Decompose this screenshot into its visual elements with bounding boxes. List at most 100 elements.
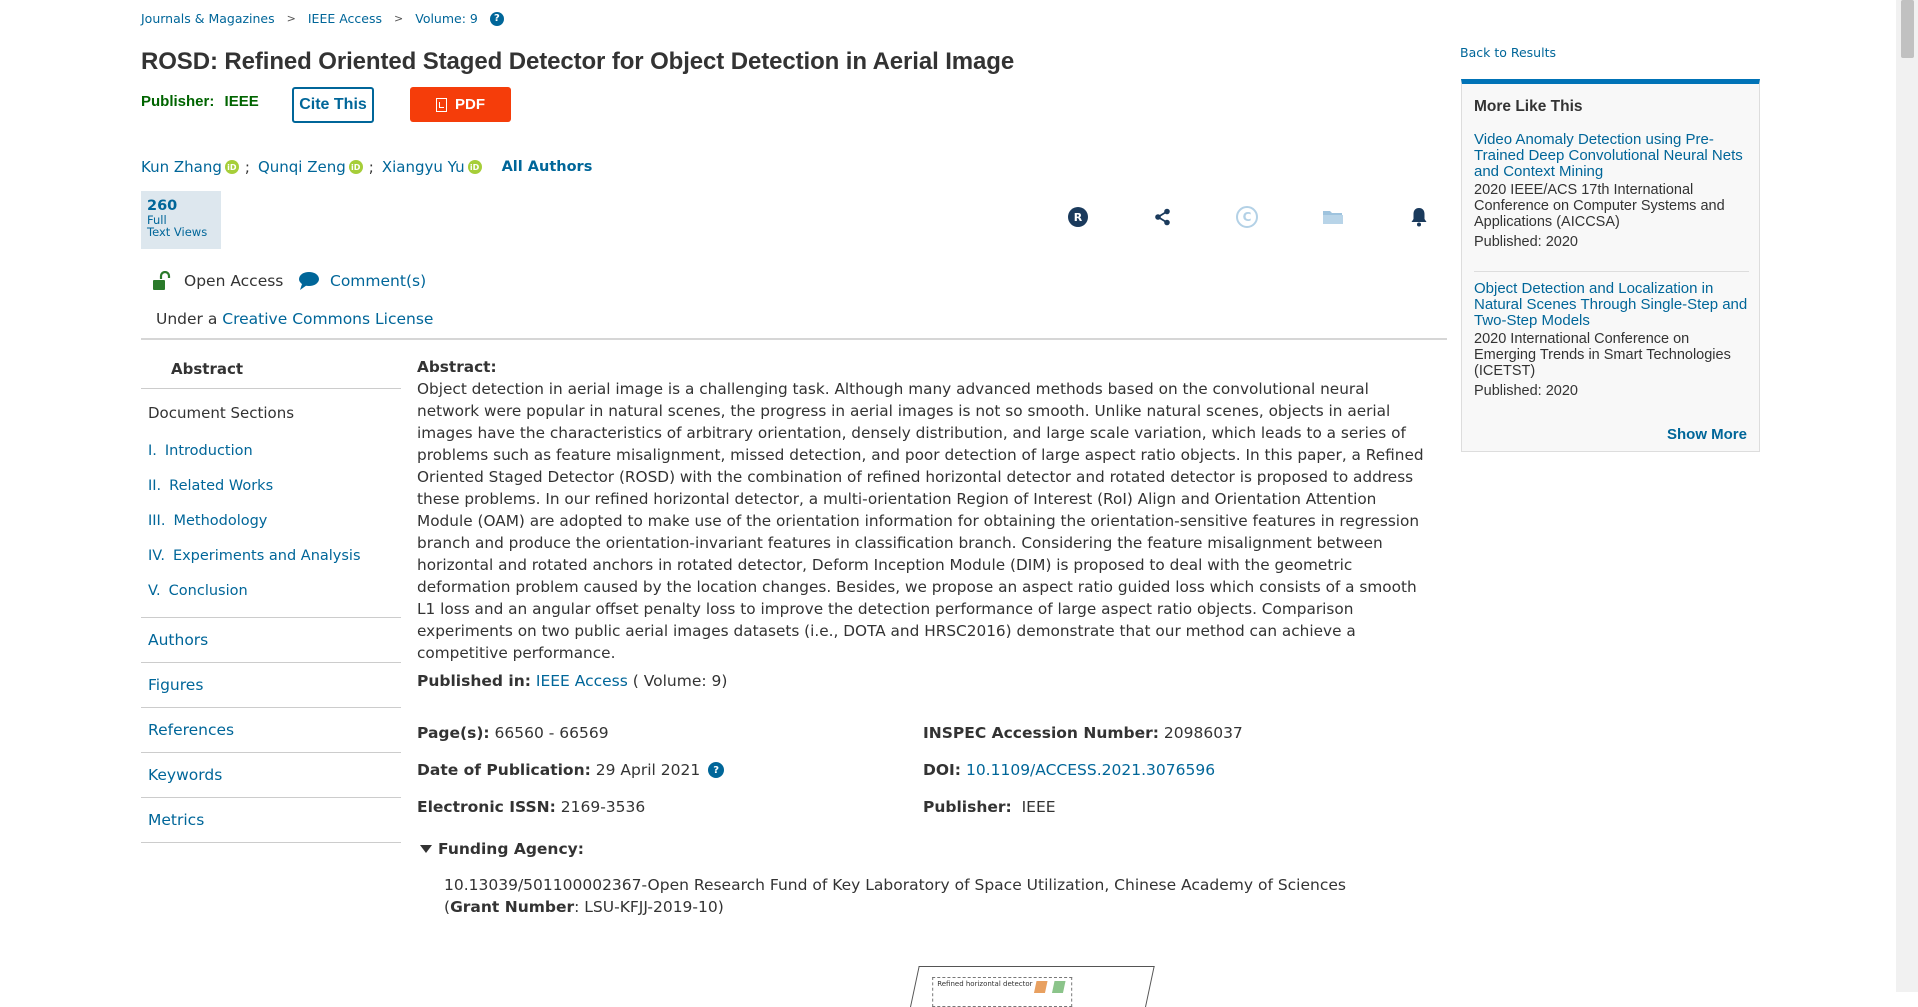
figure-thumbnail[interactable]: Refined horizontal detector <box>910 966 1155 1007</box>
breadcrumb-ieee-access[interactable]: IEEE Access <box>308 11 382 26</box>
section-label: Related Works <box>169 478 274 494</box>
author-link[interactable]: Xiangyu Yu <box>382 158 465 176</box>
open-access-label: Open Access <box>184 272 284 290</box>
publisher-name: IEEE <box>224 93 259 110</box>
pdf-file-icon <box>436 97 447 112</box>
rights-icon[interactable]: R <box>1068 207 1088 227</box>
doi-link[interactable]: 10.1109/ACCESS.2021.3076596 <box>966 761 1215 779</box>
orcid-icon[interactable]: iD <box>224 160 239 174</box>
breadcrumb-separator: > <box>394 12 404 25</box>
pages-value: 66560 - 66569 <box>494 724 609 742</box>
document-sections-label: Document Sections <box>148 404 295 422</box>
all-authors-link[interactable]: All Authors <box>502 159 593 175</box>
license-line: Under a Creative Commons License <box>156 310 433 328</box>
nav-section-methodology[interactable]: III. Methodology <box>141 504 401 539</box>
nav-section-experiments[interactable]: IV. Experiments and Analysis <box>141 539 401 574</box>
comments-label: Comment(s) <box>330 272 427 290</box>
pdf-button-label: PDF <box>455 96 485 113</box>
document-nav: Abstract Document Sections I. Introductio… <box>141 355 401 843</box>
nav-section-introduction[interactable]: I. Introduction <box>141 434 401 469</box>
related-article: Video Anomaly Detection using Pre-Traine… <box>1474 132 1749 251</box>
section-label: Conclusion <box>168 583 248 599</box>
breadcrumb-journals[interactable]: Journals & Magazines <box>141 11 275 26</box>
divider <box>1474 271 1749 272</box>
related-article-published: Published: 2020 <box>1474 383 1578 399</box>
copyright-icon[interactable]: C <box>1236 206 1258 228</box>
issn-value: 2169-3536 <box>560 798 646 816</box>
full-text-views-badge: 260 Full Text Views <box>141 191 221 249</box>
author-link[interactable]: Qunqi Zeng <box>258 158 346 176</box>
journal-link[interactable]: IEEE Access <box>536 672 628 690</box>
funding-label: Funding Agency: <box>438 840 584 858</box>
publisher-meta-label: Publisher: <box>923 798 1012 816</box>
related-article-published: Published: 2020 <box>1474 234 1578 250</box>
issn-field: Electronic ISSN: 2169-3536 <box>417 798 645 816</box>
page-title: ROSD: Refined Oriented Staged Detector f… <box>141 48 1015 75</box>
open-access-indicator: Open Access <box>152 271 283 291</box>
show-more-link[interactable]: Show More <box>1667 426 1747 443</box>
author-link[interactable]: Kun Zhang <box>141 158 222 176</box>
breadcrumb: Journals & Magazines > IEEE Access > Vol… <box>141 11 504 26</box>
nav-references[interactable]: References <box>141 707 401 752</box>
inspec-value: 20986037 <box>1163 724 1243 742</box>
inspec-label: INSPEC Accession Number: <box>923 724 1159 742</box>
doi-label: DOI: <box>923 761 962 779</box>
nav-section-conclusion[interactable]: V. Conclusion <box>141 574 401 609</box>
section-number: V. <box>148 583 161 599</box>
help-icon[interactable]: ? <box>708 762 725 778</box>
publisher-line: Publisher: IEEE <box>141 93 259 110</box>
scrollbar-track[interactable] <box>1896 0 1918 992</box>
funding-agency-toggle[interactable]: Funding Agency: <box>420 840 584 858</box>
date-value: 29 April 2021 <box>595 761 701 779</box>
share-icon[interactable] <box>1152 206 1174 228</box>
section-label: Introduction <box>164 443 253 459</box>
pages-label: Page(s): <box>417 724 490 742</box>
divider <box>141 338 1447 340</box>
section-number: I. <box>148 443 157 459</box>
related-article-conference: 2020 International Conference on Emergin… <box>1474 331 1731 379</box>
doi-field: DOI: 10.1109/ACCESS.2021.3076596 <box>923 761 1215 779</box>
nav-abstract[interactable]: Abstract <box>141 355 401 389</box>
related-article: Object Detection and Localization in Nat… <box>1474 281 1749 400</box>
abstract-heading: Abstract: <box>417 358 497 376</box>
related-article-conference: 2020 IEEE/ACS 17th International Confere… <box>1474 182 1725 230</box>
volume-text: ( Volume: 9) <box>632 672 728 690</box>
views-count: 260 <box>147 198 178 214</box>
nav-metrics[interactable]: Metrics <box>141 797 401 843</box>
published-in: Published in: IEEE Access ( Volume: 9) <box>417 672 727 690</box>
alert-bell-icon[interactable] <box>1408 206 1430 228</box>
author-separator: ; <box>368 158 374 176</box>
grant-number-label: Grant Number <box>450 898 575 916</box>
date-field: Date of Publication: 29 April 2021? <box>417 761 725 779</box>
orcid-icon[interactable]: iD <box>348 160 363 174</box>
orcid-icon[interactable]: iD <box>467 160 482 174</box>
folder-icon[interactable] <box>1322 206 1344 228</box>
pdf-button[interactable]: PDF <box>410 87 511 122</box>
breadcrumb-volume[interactable]: Volume: 9 <box>415 11 478 26</box>
more-like-this-title: More Like This <box>1474 98 1583 115</box>
more-like-this-panel: More Like This Video Anomaly Detection u… <box>1461 79 1760 452</box>
author-separator: ; <box>244 158 250 176</box>
publisher-meta-value: IEEE <box>1021 798 1056 816</box>
pages-field: Page(s): 66560 - 66569 <box>417 724 609 742</box>
back-to-results-link[interactable]: Back to Results <box>1460 45 1556 60</box>
related-article-title[interactable]: Object Detection and Localization in Nat… <box>1474 281 1749 329</box>
nav-authors[interactable]: Authors <box>141 617 401 662</box>
section-number: II. <box>148 478 162 494</box>
figure-caption: Refined horizontal detector <box>937 980 1033 988</box>
inspec-field: INSPEC Accession Number: 20986037 <box>923 724 1243 742</box>
cite-this-button[interactable]: Cite This <box>292 87 374 123</box>
comments-link[interactable]: Comment(s) <box>298 271 426 291</box>
section-number: III. <box>148 513 166 529</box>
creative-commons-link[interactable]: Creative Commons License <box>222 310 433 328</box>
grant-number-value: : LSU-KFJJ-2019-10) <box>574 898 724 916</box>
help-icon[interactable]: ? <box>489 11 504 26</box>
nav-figures[interactable]: Figures <box>141 662 401 707</box>
nav-keywords[interactable]: Keywords <box>141 752 401 797</box>
nav-section-related-works[interactable]: II. Related Works <box>141 469 401 504</box>
scrollbar-thumb[interactable] <box>1901 0 1914 58</box>
comment-bubble-icon <box>299 272 319 290</box>
published-in-label: Published in: <box>417 672 531 690</box>
related-article-title[interactable]: Video Anomaly Detection using Pre-Traine… <box>1474 132 1749 180</box>
publisher-label: Publisher: <box>141 93 215 110</box>
